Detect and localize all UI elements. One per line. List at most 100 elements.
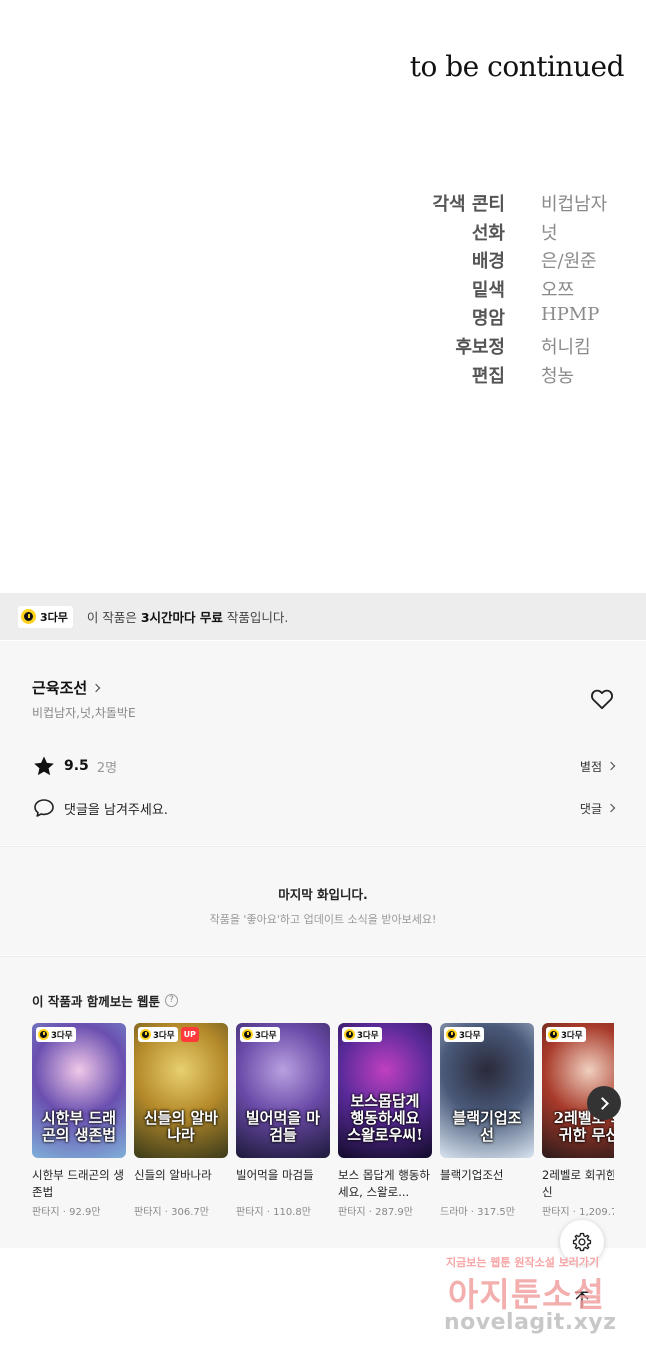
card-genre: 드라마 — [440, 1207, 468, 1218]
recommendations-title: 이 작품과 함께보는 웹툰 — [32, 994, 161, 1009]
free-badge-label: 3다무 — [459, 1030, 481, 1041]
free-badge-label: 3다무 — [357, 1030, 379, 1041]
free-badge-label: 3다무 — [153, 1030, 175, 1041]
free-every-3-hours-banner: 3다무 이 작품은 3시간마다 무료 작품입니다. — [0, 593, 646, 640]
credit-role: 후보정 — [455, 337, 505, 358]
rate-label: 별점 — [579, 759, 602, 774]
clock-icon — [548, 1029, 559, 1040]
chevron-right-icon — [606, 761, 616, 771]
recommendation-card[interactable]: 3다무 UP 신들의 알바나라 신들의 알바나라 판타지 · 306.7만 — [134, 1023, 228, 1218]
credit-name: 은/원준 — [541, 251, 597, 273]
cover-thumbnail[interactable]: 3다무블랙기업조선 — [440, 1023, 534, 1158]
chevron-right-icon[interactable] — [587, 1086, 621, 1120]
credit-row: 밑색 오쯔 — [0, 276, 646, 304]
cover-thumbnail[interactable]: 3다무보스몹답게 행동하세요 스왈로우씨! — [338, 1023, 432, 1158]
cover-title-art: 보스몹답게 행동하세요 스왈로우씨! — [347, 1092, 423, 1144]
help-icon[interactable]: ? — [165, 994, 179, 1007]
recommendation-card[interactable]: 3다무2레벨로 회귀한 무신2레벨로 회귀한 무신판타지 · 1,209.7만 — [542, 1023, 614, 1218]
credit-role: 밑색 — [471, 279, 505, 301]
meta-separator: · — [161, 1207, 172, 1218]
recommendations-section: 이 작품과 함께보는 웹툰 ? 3다무 시한부 드래곤의 생존법 시한부 드래곤의 … — [0, 956, 646, 1248]
free-text-suffix: 작품입니다. — [222, 610, 289, 625]
free-badge: 3다무 — [138, 1027, 178, 1042]
credit-row: 선화 넛 — [0, 219, 646, 247]
cover-badges: 3다무 — [342, 1027, 382, 1042]
meta-separator: · — [263, 1207, 274, 1218]
credit-row: 편집 청농 — [0, 362, 646, 390]
rating-count: 2명 — [96, 760, 118, 776]
clock-icon — [446, 1029, 457, 1040]
comic-end-panel: to be continued 각색 콘티 비컵남자 선화 넛 배경 은/원준 밑색 오쯔 명암… — [0, 0, 646, 592]
card-meta: 판타지 · 110.8만 — [236, 1203, 330, 1218]
credit-name: 허니킴 — [541, 337, 591, 358]
comment-prompt: 댓글을 남겨주세요. — [64, 802, 168, 818]
recommendation-carousel: 3다무 시한부 드래곤의 생존법 시한부 드래곤의 생존법 판타지 · 92.9만 3다… — [32, 1023, 614, 1243]
free-badge: 3다무 — [18, 605, 73, 628]
last-episode-subtitle: 작품을 '좋아요'하고 업데이트 소식을 받아보세요! — [209, 913, 437, 926]
card-genre: 판타지 — [32, 1207, 60, 1218]
card-genre: 판타지 — [542, 1207, 570, 1218]
cover-badges: 3다무 — [444, 1027, 484, 1042]
rate-button[interactable]: 별점 — [579, 758, 616, 775]
clock-icon — [344, 1029, 355, 1040]
cover-badges: 3다무 — [546, 1027, 586, 1042]
credit-name: HPMP — [541, 304, 600, 326]
recommendation-card[interactable]: 3다무보스몹답게 행동하세요 스왈로우씨! 보스 몹답게 행동하세요, 스왈로..… — [338, 1023, 432, 1218]
recommendation-card[interactable]: 3다무 블랙기업조선 블랙기업조선 드라마 · 317.5만 — [440, 1023, 534, 1218]
credit-row: 각색 콘티 비컵남자 — [0, 190, 646, 218]
credit-name: 오쯔 — [541, 279, 575, 301]
cover-title-art: 빌어먹을 마검들 — [245, 1109, 321, 1144]
cover-thumbnail[interactable]: 3다무빌어먹을 마검들 — [236, 1023, 330, 1158]
card-title: 블랙기업조선 — [440, 1168, 504, 1182]
card-views: 287.9만 — [375, 1207, 413, 1218]
credit-row: 배경 은/원준 — [0, 247, 646, 275]
card-views: 317.5만 — [477, 1207, 515, 1218]
credit-name: 청농 — [541, 365, 575, 387]
card-meta: 드라마 · 317.5만 — [440, 1203, 534, 1218]
cover-thumbnail[interactable]: 3다무 UP 신들의 알바나라 — [134, 1023, 228, 1158]
meta-separator: · — [569, 1207, 580, 1218]
free-text-prefix: 이 작품은 — [86, 610, 141, 625]
heart-icon[interactable] — [589, 686, 615, 712]
rating-row: 9.5 2명 별점 — [32, 754, 616, 778]
series-title-link[interactable]: 근육조선 — [32, 677, 101, 698]
star-icon — [34, 756, 54, 776]
free-text-highlight: 3시간마다 무료 — [140, 610, 223, 625]
free-badge: 3다무 — [240, 1027, 280, 1042]
card-views: 306.7만 — [171, 1207, 209, 1218]
card-title: 신들의 알바나라 — [134, 1168, 212, 1182]
gear-icon — [572, 1232, 592, 1252]
credit-row: 후보정 허니킴 — [0, 333, 646, 361]
cover-badges: 3다무 — [36, 1027, 76, 1042]
credit-role: 편집 — [471, 365, 505, 387]
credit-name: 비컵남자 — [541, 194, 608, 215]
meta-separator: · — [59, 1207, 70, 1218]
watermark-brand: 아지툰소설 — [448, 1275, 605, 1314]
free-badge: 3다무 — [546, 1027, 586, 1042]
card-genre: 판타지 — [236, 1207, 264, 1218]
comments-button[interactable]: 댓글 — [580, 800, 616, 817]
meta-separator: · — [365, 1207, 376, 1218]
comment-row[interactable]: 댓글을 남겨주세요. 댓글 — [32, 796, 616, 820]
card-title: 시한부 드래곤의 생존법 — [32, 1168, 124, 1199]
card-title: 보스 몹답게 행동하세요, 스왈로... — [338, 1168, 430, 1199]
recommendation-card[interactable]: 3다무 시한부 드래곤의 생존법 시한부 드래곤의 생존법 판타지 · 92.9만 — [32, 1023, 126, 1218]
cover-title-art: 블랙기업조선 — [452, 1109, 522, 1144]
card-title: 빌어먹을 마검들 — [236, 1168, 314, 1182]
cover-thumbnail[interactable]: 3다무시한부 드래곤의 생존법 — [32, 1023, 126, 1158]
last-episode-notice: 마지막 화입니다. 작품을 '좋아요'하고 업데이트 소식을 받아보세요! — [0, 846, 646, 955]
card-meta: 판타지 · 306.7만 — [134, 1203, 228, 1218]
up-badge: UP — [180, 1027, 199, 1042]
meta-separator: · — [467, 1207, 478, 1218]
free-badge: 3다무 — [444, 1027, 484, 1042]
series-info-section: 근육조선 비컵남자,넛,차돌박E 9.5 2명 별점 댓글을 남겨주세요. 댓글 — [0, 641, 646, 845]
credit-name: 넛 — [541, 222, 558, 244]
cover-badges: 3다무 — [240, 1027, 280, 1042]
cover-title-art: 시한부 드래곤의 생존법 — [41, 1109, 117, 1144]
free-badge-label: 3다무 — [561, 1030, 583, 1041]
recommendation-card[interactable]: 3다무 빌어먹을 마검들 빌어먹을 마검들 판타지 · 110.8만 — [236, 1023, 330, 1218]
free-banner-text: 이 작품은 3시간마다 무료 작품입니다. — [87, 607, 288, 626]
free-badge-label: 3다무 — [51, 1030, 73, 1041]
free-badge-label: 3다무 — [255, 1030, 277, 1041]
card-views: 1,209.7만 — [579, 1207, 614, 1218]
